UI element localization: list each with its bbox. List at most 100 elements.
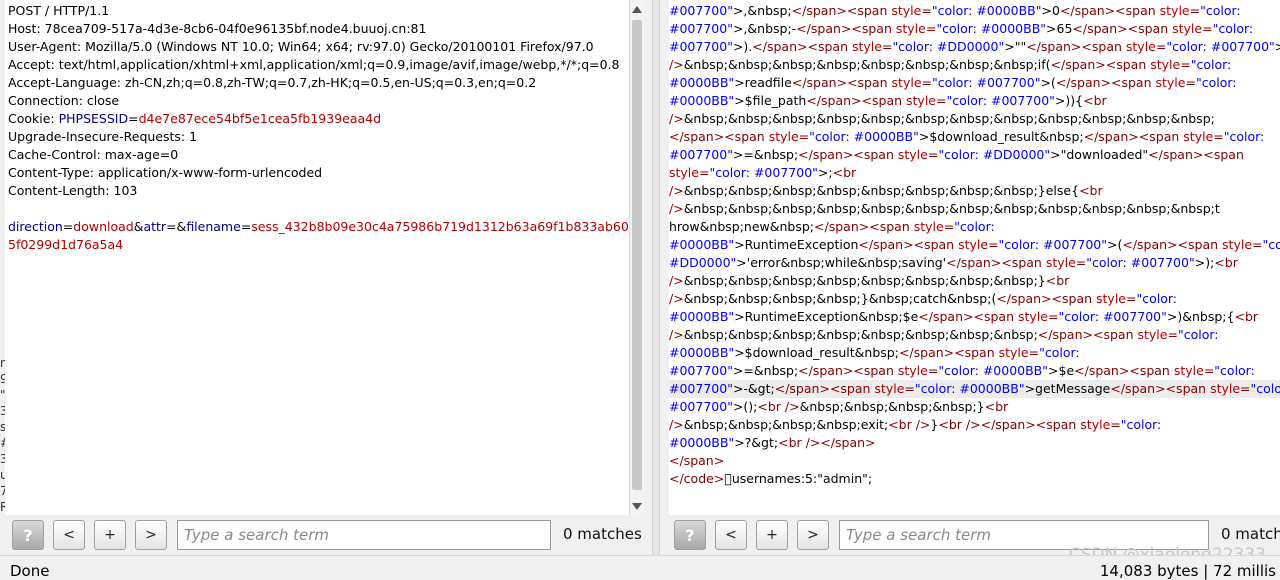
text-segment: =: [1252, 237, 1262, 252]
text-segment: />: [669, 201, 684, 216]
response-line: </code> usernames:5:"admin";: [669, 470, 1280, 488]
previous-button[interactable]: <: [715, 520, 747, 550]
text-segment: style: [958, 237, 988, 252]
text-segment: #0000BB": [669, 93, 734, 108]
scroll-down-arrow-icon[interactable]: [630, 497, 644, 515]
text-segment: User-Agent: Mozilla/5.0 (Windows NT 10.0…: [8, 39, 594, 54]
help-button[interactable]: ?: [12, 520, 44, 550]
text-segment: >-&gt;: [733, 381, 775, 396]
text-segment: >);: [1275, 39, 1280, 54]
text-segment: #DD0000": [669, 255, 736, 270]
text-segment: <span: [1178, 237, 1222, 252]
text-segment: />: [669, 57, 684, 72]
text-segment: Accept-Language: zh-CN,zh;q=0.8,zh-TW;q=…: [8, 75, 536, 90]
pane-divider[interactable]: [652, 0, 660, 555]
text-segment: >0: [1042, 3, 1060, 18]
request-pane[interactable]: POST / HTTP/1.1Host: 78cea709-517a-4d3e-…: [5, 0, 629, 515]
text-segment: style: [1174, 363, 1204, 378]
text-segment: </span>: [792, 75, 847, 90]
response-line: #007700">();<br />&nbsp;&nbsp;&nbsp;&nbs…: [669, 398, 1280, 416]
response-line: #0000BB">RuntimeException</span><span st…: [669, 236, 1280, 254]
next-button[interactable]: >: [797, 520, 829, 550]
text-segment: Cache-Control: max-age=0: [8, 147, 178, 162]
response-line: hrow&nbsp;new&nbsp;</span><span style="c…: [669, 218, 1280, 236]
text-segment: >=&nbsp;: [733, 147, 798, 162]
text-segment: "color: #007700": [946, 93, 1054, 108]
text-segment: =: [1180, 57, 1190, 72]
text-segment: "color:: [1224, 129, 1265, 144]
response-pane[interactable]: #007700">,&nbsp;</span><span style="colo…: [669, 0, 1280, 515]
text-segment: <span: [1052, 291, 1096, 306]
text-segment: =&: [166, 219, 186, 234]
text-segment: "color:: [1039, 345, 1080, 360]
text-segment: "color:: [1200, 3, 1241, 18]
text-segment: <span: [1166, 381, 1210, 396]
response-line: #0000BB">RuntimeException&nbsp;$e</span>…: [669, 308, 1280, 326]
text-segment: style: [999, 345, 1029, 360]
text-segment: </span>: [669, 453, 724, 468]
text-segment: "color:: [1213, 21, 1254, 36]
request-line: direction=download&attr=&filename=sess_4…: [8, 218, 629, 236]
text-segment: >).: [733, 39, 752, 54]
text-segment: style: [769, 129, 799, 144]
text-segment: &: [134, 219, 144, 234]
matches-count: 0 matches: [563, 525, 642, 543]
text-segment: <br />: [757, 399, 799, 414]
text-segment: =: [1185, 75, 1195, 90]
text-segment: d4e7e87ece54bf5e1cea5fb1939eaa4d: [139, 111, 381, 126]
text-segment: <br: [1083, 93, 1107, 108]
scroll-thumb[interactable]: [632, 20, 642, 490]
scroll-up-arrow-icon[interactable]: [630, 0, 644, 18]
text-segment: style: [874, 381, 904, 396]
request-line: Connection: close: [8, 92, 629, 110]
request-line: [8, 200, 629, 218]
text-segment: style: [1137, 327, 1167, 342]
text-segment: <span: [847, 75, 891, 90]
response-text[interactable]: #007700">,&nbsp;</span><span style="colo…: [669, 2, 1280, 488]
search-input[interactable]: [177, 520, 551, 550]
text-segment: &nbsp;&nbsp;&nbsp;&nbsp;&nbsp;&nbsp;&nbs…: [684, 201, 1220, 216]
text-segment: style: [1160, 3, 1190, 18]
text-segment: POST / HTTP/1.1: [8, 3, 109, 18]
text-segment: "color:: [1191, 57, 1232, 72]
text-segment: </span>: [1122, 237, 1177, 252]
help-button[interactable]: ?: [674, 520, 706, 550]
request-text[interactable]: POST / HTTP/1.1Host: 78cea709-517a-4d3e-…: [8, 2, 629, 254]
text-segment: />: [669, 183, 684, 198]
text-segment: </span>: [820, 435, 875, 450]
text-segment: </span>: [1072, 21, 1127, 36]
text-segment: <br: [1079, 183, 1103, 198]
response-line: #DD0000">'error&nbsp;while&nbsp;saving'<…: [669, 254, 1280, 272]
text-segment: "color:: [1214, 363, 1255, 378]
text-segment: =: [988, 237, 998, 252]
text-segment:  usernames:5:"admin";: [724, 471, 872, 486]
text-segment: "color:: [1121, 417, 1162, 432]
text-segment: #0000BB": [669, 75, 734, 90]
text-segment: >getMessage: [1025, 381, 1111, 396]
text-segment: <span: [1106, 57, 1150, 72]
next-button[interactable]: >: [135, 520, 167, 550]
text-segment: />: [669, 273, 684, 288]
text-segment: &nbsp;&nbsp;&nbsp;&nbsp;exit;: [684, 417, 889, 432]
text-segment: =: [699, 165, 709, 180]
text-segment: style: [1156, 75, 1186, 90]
text-segment: </span>: [798, 147, 853, 162]
text-segment: &nbsp;&nbsp;&nbsp;&nbsp;}&nbsp;catch&nbs…: [684, 291, 997, 306]
previous-button[interactable]: <: [53, 520, 85, 550]
text-segment: <br />: [888, 417, 930, 432]
text-segment: &nbsp;&nbsp;&nbsp;&nbsp;}: [800, 399, 985, 414]
request-scrollbar[interactable]: [629, 0, 644, 515]
text-segment: <span: [869, 219, 913, 234]
add-button[interactable]: +: [756, 520, 788, 550]
text-segment: />: [669, 417, 684, 432]
request-line: Accept: text/html,application/xhtml+xml,…: [8, 56, 629, 74]
text-segment: </span>: [1038, 327, 1093, 342]
add-button[interactable]: +: [94, 520, 126, 550]
response-line: />&nbsp;&nbsp;&nbsp;&nbsp;&nbsp;&nbsp;&n…: [669, 326, 1280, 344]
text-segment: "color:: [1196, 75, 1237, 90]
text-segment: =: [1126, 291, 1136, 306]
text-segment: >"": [1004, 39, 1026, 54]
text-segment: =: [922, 75, 932, 90]
text-segment: </span>: [1060, 3, 1115, 18]
text-segment: &nbsp;&nbsp;&nbsp;&nbsp;&nbsp;&nbsp;&nbs…: [684, 57, 1051, 72]
